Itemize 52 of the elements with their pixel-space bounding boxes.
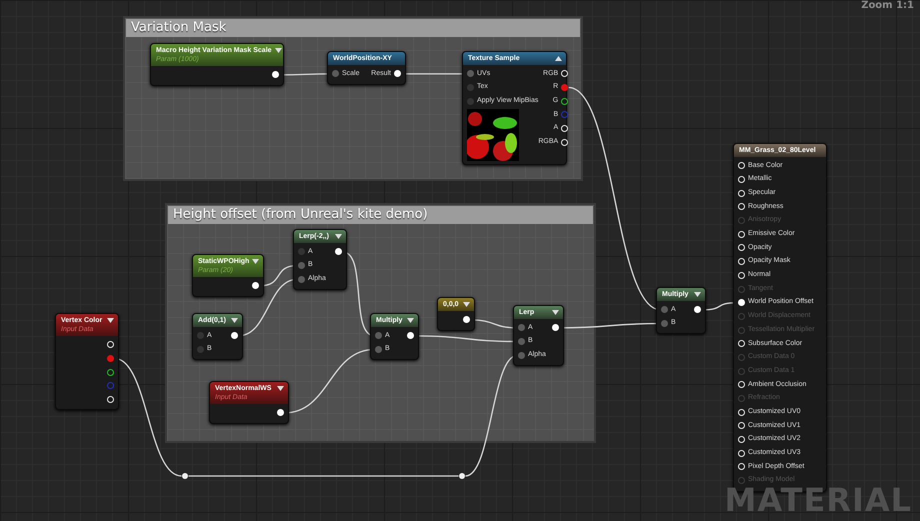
caret-icon[interactable] [252,259,260,264]
caret-icon[interactable] [694,292,701,297]
reroute-knot[interactable] [459,473,465,479]
input-pin[interactable] [518,324,525,332]
caret-icon[interactable] [277,386,284,391]
input-pin[interactable] [661,320,668,328]
input-pin[interactable] [375,346,382,354]
input-pin[interactable] [467,70,474,78]
input-pin[interactable] [375,332,382,340]
graph-type-label: MATERIAL [724,483,912,517]
caret-icon[interactable] [463,302,470,307]
input-pin[interactable] [738,286,745,293]
input-pin[interactable] [467,98,474,105]
output-pin[interactable] [277,409,284,416]
input-pin[interactable] [518,352,525,359]
output-pin[interactable] [552,324,559,332]
input-pin[interactable] [298,276,305,283]
zoom-label: Zoom 1:1 [861,0,914,12]
input-pin[interactable] [738,217,745,224]
input-pin[interactable] [738,368,745,375]
caret-icon[interactable] [107,318,114,323]
input-pin[interactable] [738,354,745,361]
output-pin[interactable] [561,98,568,105]
input-pin[interactable] [661,306,668,314]
input-pin[interactable] [738,326,745,334]
reroute-knot[interactable] [182,473,188,479]
input-pin[interactable] [738,477,745,484]
input-pin[interactable] [467,84,474,92]
input-pin[interactable] [738,299,745,306]
output-pin[interactable] [231,332,238,340]
input-pin[interactable] [197,346,204,354]
caret-icon[interactable] [335,234,342,239]
caret-icon[interactable] [555,56,562,61]
caret-icon[interactable] [274,48,282,53]
output-pin[interactable] [407,332,414,340]
output-pin[interactable] [107,368,114,376]
caret-icon[interactable] [552,310,559,315]
caret-icon[interactable] [231,318,238,323]
input-pin[interactable] [197,332,204,340]
output-pin[interactable] [394,70,401,78]
input-pin[interactable] [298,262,305,270]
output-pin[interactable] [272,71,279,78]
input-pin[interactable] [738,395,745,402]
input-pin[interactable] [332,70,339,78]
input-pin[interactable] [738,312,745,320]
input-pin[interactable] [518,338,525,346]
output-pin[interactable] [463,316,470,324]
output-pin[interactable] [335,248,342,256]
output-pin[interactable] [252,282,259,290]
output-pin[interactable] [694,306,701,314]
input-pin[interactable] [298,248,305,256]
caret-icon[interactable] [407,318,414,323]
